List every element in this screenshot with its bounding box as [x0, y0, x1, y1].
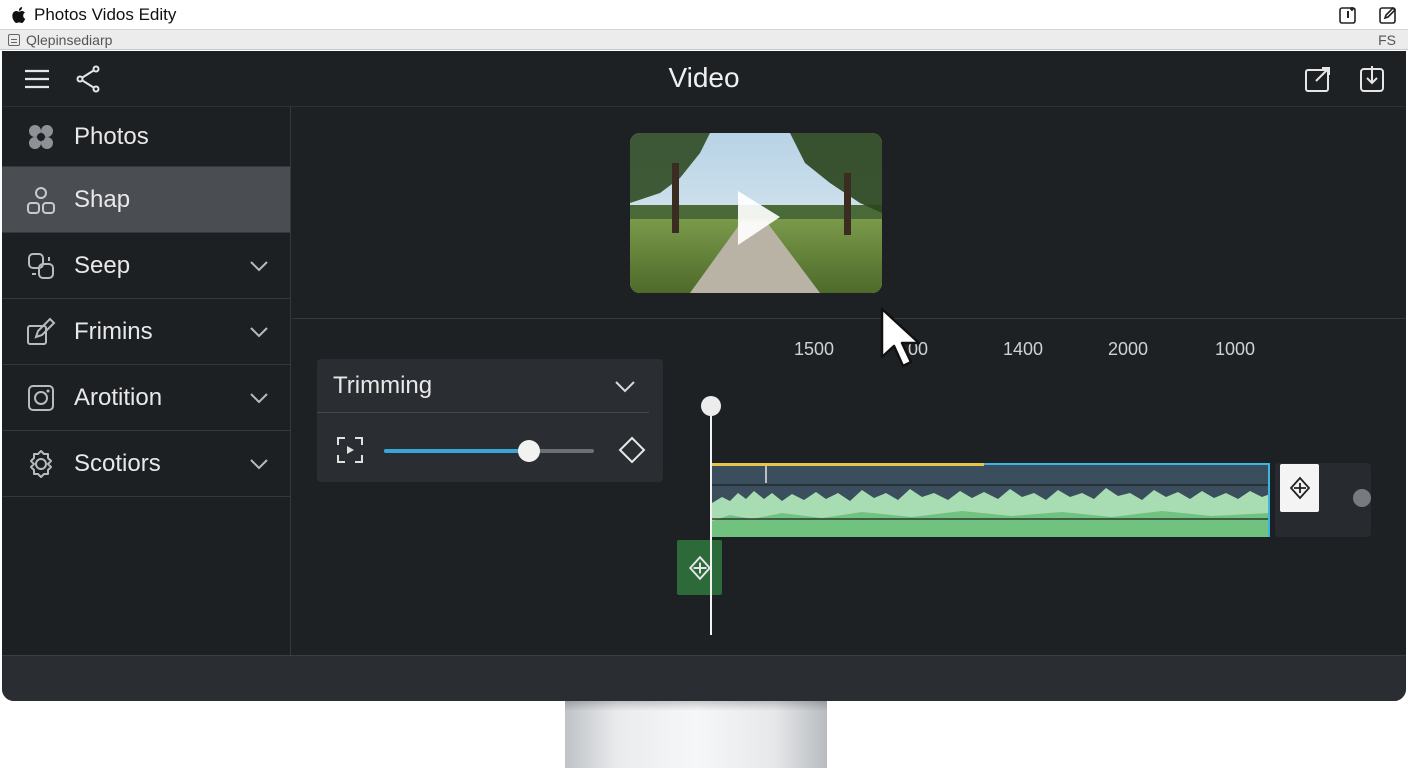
- camera-icon: [24, 381, 58, 415]
- trimming-title: Trimming: [333, 371, 433, 399]
- sidebar-item-photos[interactable]: Photos: [2, 107, 290, 167]
- trimming-panel: Trimming: [317, 359, 663, 482]
- trim-end-handle[interactable]: [1280, 464, 1319, 512]
- trim-handle-icon: [688, 555, 711, 580]
- sidebar-item-arotition[interactable]: Arotition: [2, 365, 290, 431]
- sidebar-item-label: Seep: [74, 251, 131, 279]
- mouse-cursor-icon: [880, 307, 921, 368]
- video-preview[interactable]: [630, 133, 882, 293]
- trim-handle-icon: [1289, 476, 1310, 500]
- timeline-end-dot[interactable]: [1353, 489, 1371, 507]
- editor-main: Trimming 1500 00 1400 2000 1000: [292, 107, 1406, 655]
- export-button[interactable]: [1298, 59, 1338, 99]
- edit-pencil-icon: [24, 315, 58, 349]
- menubar: Photos Vidos Edity: [0, 0, 1408, 30]
- sidebar-item-label: Frimins: [74, 317, 153, 345]
- sidebar-item-label: Photos: [74, 122, 149, 150]
- link-icon: [24, 249, 58, 283]
- sidebar-item-label: Scotiors: [74, 449, 161, 477]
- document-bar: Qlepinsediarp FS: [0, 30, 1408, 50]
- edit-icon[interactable]: [1378, 5, 1398, 25]
- chevron-down-icon[interactable]: [248, 256, 270, 276]
- export-icon: [1305, 66, 1330, 92]
- ruler-label: 1000: [1215, 339, 1256, 359]
- trimming-dropdown[interactable]: Trimming: [317, 359, 649, 413]
- chevron-down-icon[interactable]: [248, 388, 270, 408]
- photos-icon: [24, 120, 58, 154]
- playhead-handle[interactable]: [701, 396, 721, 416]
- marker-bar: [712, 463, 984, 466]
- gear-icon: [24, 447, 58, 481]
- selection-outline: [712, 463, 1270, 537]
- fit-frame-icon[interactable]: [335, 435, 365, 465]
- ruler-label: 1400: [1003, 339, 1044, 359]
- trim-slider-fill: [384, 449, 529, 453]
- playhead-line: [710, 403, 712, 635]
- share-button[interactable]: [69, 59, 109, 99]
- sidebar-item-scotiors[interactable]: Scotiors: [2, 431, 290, 497]
- timeline: 1500 00 1400 2000 1000: [672, 319, 1406, 655]
- share-icon: [76, 65, 100, 92]
- document-icon: [8, 33, 20, 46]
- download-icon: [1360, 65, 1384, 92]
- preview-area: [292, 107, 1406, 319]
- people-icon: [24, 183, 58, 217]
- sidebar-item-label: Shap: [74, 185, 131, 213]
- chevron-down-icon[interactable]: [248, 322, 270, 342]
- document-label[interactable]: Qlepinsediarp: [26, 32, 112, 48]
- app-name[interactable]: Photos Vidos Edity: [34, 5, 176, 25]
- chevron-down-icon[interactable]: [613, 376, 637, 396]
- sidebar-item-frimins[interactable]: Frimins: [2, 299, 290, 365]
- trim-start-handle[interactable]: [677, 540, 722, 595]
- monitor-stand-shadow: [565, 701, 827, 711]
- page-title: Video: [668, 62, 740, 93]
- sidebar: Photos Shap Seep Frimins Arotition Scoti…: [2, 107, 291, 655]
- fullscreen-label[interactable]: FS: [1378, 32, 1396, 48]
- hamburger-menu-icon: [25, 69, 49, 88]
- ruler-label: 2000: [1108, 339, 1149, 359]
- trim-slider[interactable]: [384, 449, 594, 453]
- editor-window: Video Photos Shap Seep Frimins Arotition…: [2, 51, 1406, 701]
- top-toolbar: Video: [2, 51, 1406, 107]
- window-icon[interactable]: [1338, 5, 1358, 25]
- chevron-down-icon[interactable]: [248, 454, 270, 474]
- apple-logo-icon[interactable]: [10, 6, 26, 24]
- bottom-bar: [2, 655, 1406, 701]
- sidebar-item-label: Arotition: [74, 383, 163, 411]
- trim-slider-knob[interactable]: [517, 440, 540, 462]
- keyframe-diamond-icon[interactable]: [617, 435, 647, 465]
- sidebar-item-seep[interactable]: Seep: [2, 233, 290, 299]
- ruler-label: 1500: [794, 339, 835, 359]
- monitor-stand: [565, 701, 827, 768]
- sidebar-item-shap[interactable]: Shap: [2, 167, 290, 233]
- download-button[interactable]: [1352, 59, 1392, 99]
- hamburger-menu-button[interactable]: [17, 59, 57, 99]
